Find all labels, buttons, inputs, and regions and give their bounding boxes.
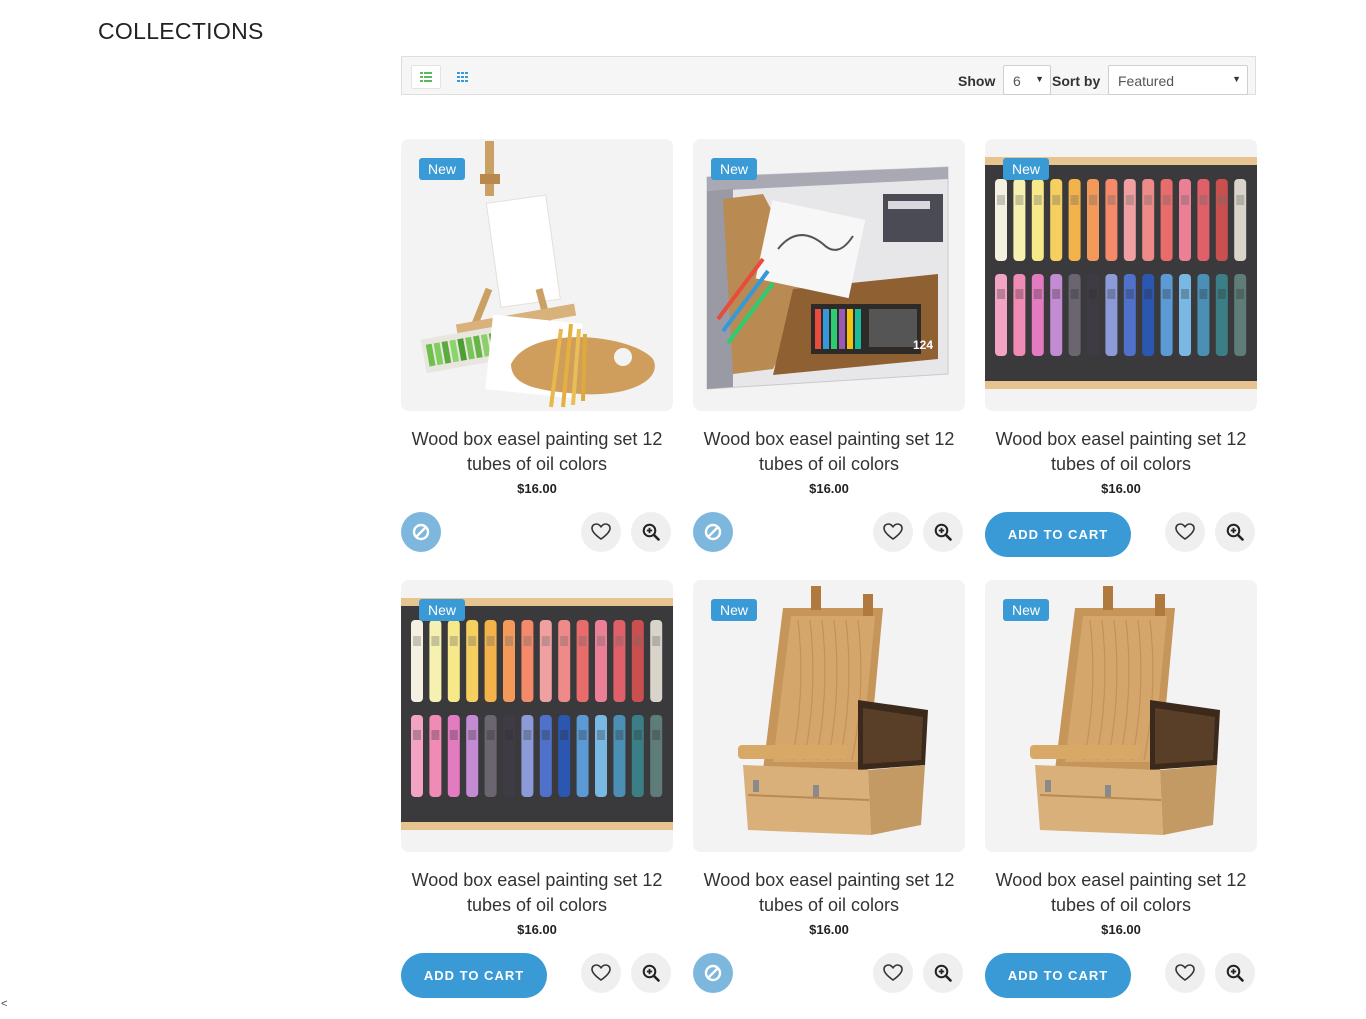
product-image[interactable]: 124 New: [693, 139, 965, 411]
product-image[interactable]: New: [401, 139, 673, 411]
heart-icon: [1175, 523, 1195, 540]
quick-view-button[interactable]: [631, 512, 671, 552]
quick-view-button[interactable]: [1215, 512, 1255, 552]
product-price: $16.00: [809, 922, 849, 937]
chevron-down-icon: ▼: [1035, 74, 1044, 84]
heart-icon: [883, 964, 903, 981]
product-title[interactable]: Wood box easel painting set 12 tubes of …: [693, 868, 965, 918]
ban-icon: [704, 523, 722, 541]
heart-icon: [883, 523, 903, 540]
zoom-in-icon: [934, 964, 952, 982]
quick-view-button[interactable]: [923, 512, 963, 552]
ban-icon: [704, 964, 722, 982]
product-price: $16.00: [1101, 481, 1141, 496]
quick-view-button[interactable]: [923, 953, 963, 993]
list-view-icon: [420, 72, 432, 82]
product-title[interactable]: Wood box easel painting set 12 tubes of …: [985, 868, 1257, 918]
product-price: $16.00: [517, 922, 557, 937]
sort-select[interactable]: Featured ▼: [1108, 65, 1248, 95]
product-image[interactable]: New: [401, 580, 673, 852]
grid-view-button[interactable]: [447, 65, 477, 89]
new-badge: New: [419, 158, 466, 180]
zoom-in-icon: [1226, 523, 1244, 541]
heart-icon: [591, 964, 611, 981]
product-price: $16.00: [809, 481, 849, 496]
show-select[interactable]: 6 ▼: [1003, 65, 1051, 95]
product-image[interactable]: New: [985, 139, 1257, 411]
heart-icon: [1175, 964, 1195, 981]
add-to-cart-button[interactable]: ADD TO CART: [985, 953, 1131, 998]
wishlist-button[interactable]: [1165, 512, 1205, 552]
quick-view-button[interactable]: [1215, 953, 1255, 993]
zoom-in-icon: [642, 964, 660, 982]
product-image[interactable]: New: [693, 580, 965, 852]
zoom-in-icon: [642, 523, 660, 541]
wishlist-button[interactable]: [1165, 953, 1205, 993]
product-title[interactable]: Wood box easel painting set 12 tubes of …: [693, 427, 965, 477]
show-label: Show: [958, 73, 996, 89]
wishlist-button[interactable]: [581, 953, 621, 993]
list-view-button[interactable]: [411, 65, 441, 89]
zoom-in-icon: [1226, 964, 1244, 982]
sold-out-button[interactable]: [693, 953, 733, 993]
ban-icon: [412, 523, 430, 541]
product-title[interactable]: Wood box easel painting set 12 tubes of …: [985, 427, 1257, 477]
product-title[interactable]: Wood box easel painting set 12 tubes of …: [401, 427, 673, 477]
collection-toolbar: Show 6 ▼ Sort by Featured ▼: [401, 56, 1256, 95]
sort-select-value: Featured: [1118, 73, 1175, 89]
show-select-value: 6: [1013, 73, 1021, 89]
product-price: $16.00: [517, 481, 557, 496]
grid-view-icon: [456, 72, 468, 82]
chevron-down-icon: ▼: [1232, 74, 1241, 84]
product-image[interactable]: New: [985, 580, 1257, 852]
sort-label: Sort by: [1052, 73, 1101, 89]
new-badge: New: [711, 158, 758, 180]
add-to-cart-button[interactable]: ADD TO CART: [401, 953, 547, 998]
wishlist-button[interactable]: [873, 953, 913, 993]
add-to-cart-button[interactable]: ADD TO CART: [985, 512, 1131, 557]
svg-text:124: 124: [913, 338, 933, 352]
sold-out-button[interactable]: [401, 512, 441, 552]
new-badge: New: [711, 599, 758, 621]
wishlist-button[interactable]: [873, 512, 913, 552]
wishlist-button[interactable]: [581, 512, 621, 552]
zoom-in-icon: [934, 523, 952, 541]
new-badge: New: [1003, 599, 1050, 621]
corner-arrow[interactable]: <: [1, 998, 7, 1010]
new-badge: New: [419, 599, 466, 621]
page-title: COLLECTIONS: [98, 18, 264, 44]
product-title[interactable]: Wood box easel painting set 12 tubes of …: [401, 868, 673, 918]
new-badge: New: [1003, 158, 1050, 180]
sold-out-button[interactable]: [693, 512, 733, 552]
heart-icon: [591, 523, 611, 540]
product-price: $16.00: [1101, 922, 1141, 937]
quick-view-button[interactable]: [631, 953, 671, 993]
